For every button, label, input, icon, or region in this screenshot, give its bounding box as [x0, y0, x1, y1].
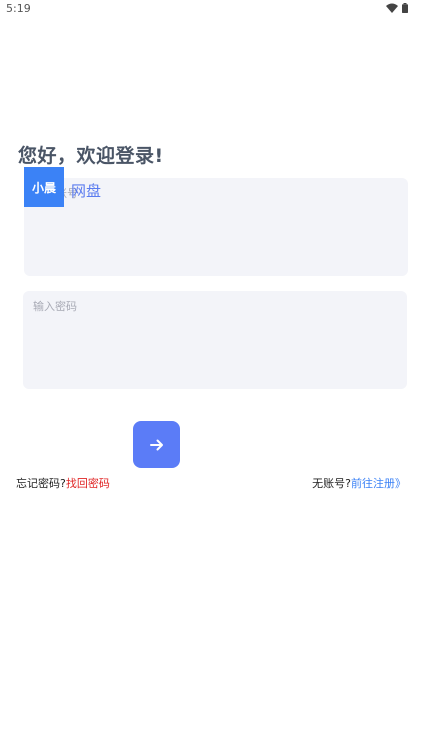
arrow-right-icon [149, 439, 163, 450]
status-time: 5:19 [6, 2, 31, 15]
register-prompt: 无账号? [312, 477, 351, 490]
login-submit-button[interactable] [133, 421, 180, 468]
battery-icon [402, 3, 408, 13]
brand-name: 网盘 [71, 182, 102, 200]
brand-badge: 小晨 [24, 167, 64, 207]
password-field[interactable] [23, 291, 407, 389]
page-title: 您好，欢迎登录! [18, 145, 164, 167]
recover-password-link[interactable]: 找回密码 [66, 477, 110, 490]
password-input[interactable] [31, 299, 395, 314]
wifi-icon [386, 3, 398, 13]
register-row: 无账号?前往注册》 [312, 475, 406, 491]
status-bar: 5:19 [0, 0, 424, 20]
status-icons [386, 3, 408, 13]
forgot-password-prompt: 忘记密码? [16, 477, 66, 490]
register-link[interactable]: 前往注册》 [351, 477, 406, 490]
forgot-password-row: 忘记密码?找回密码 [16, 475, 110, 491]
